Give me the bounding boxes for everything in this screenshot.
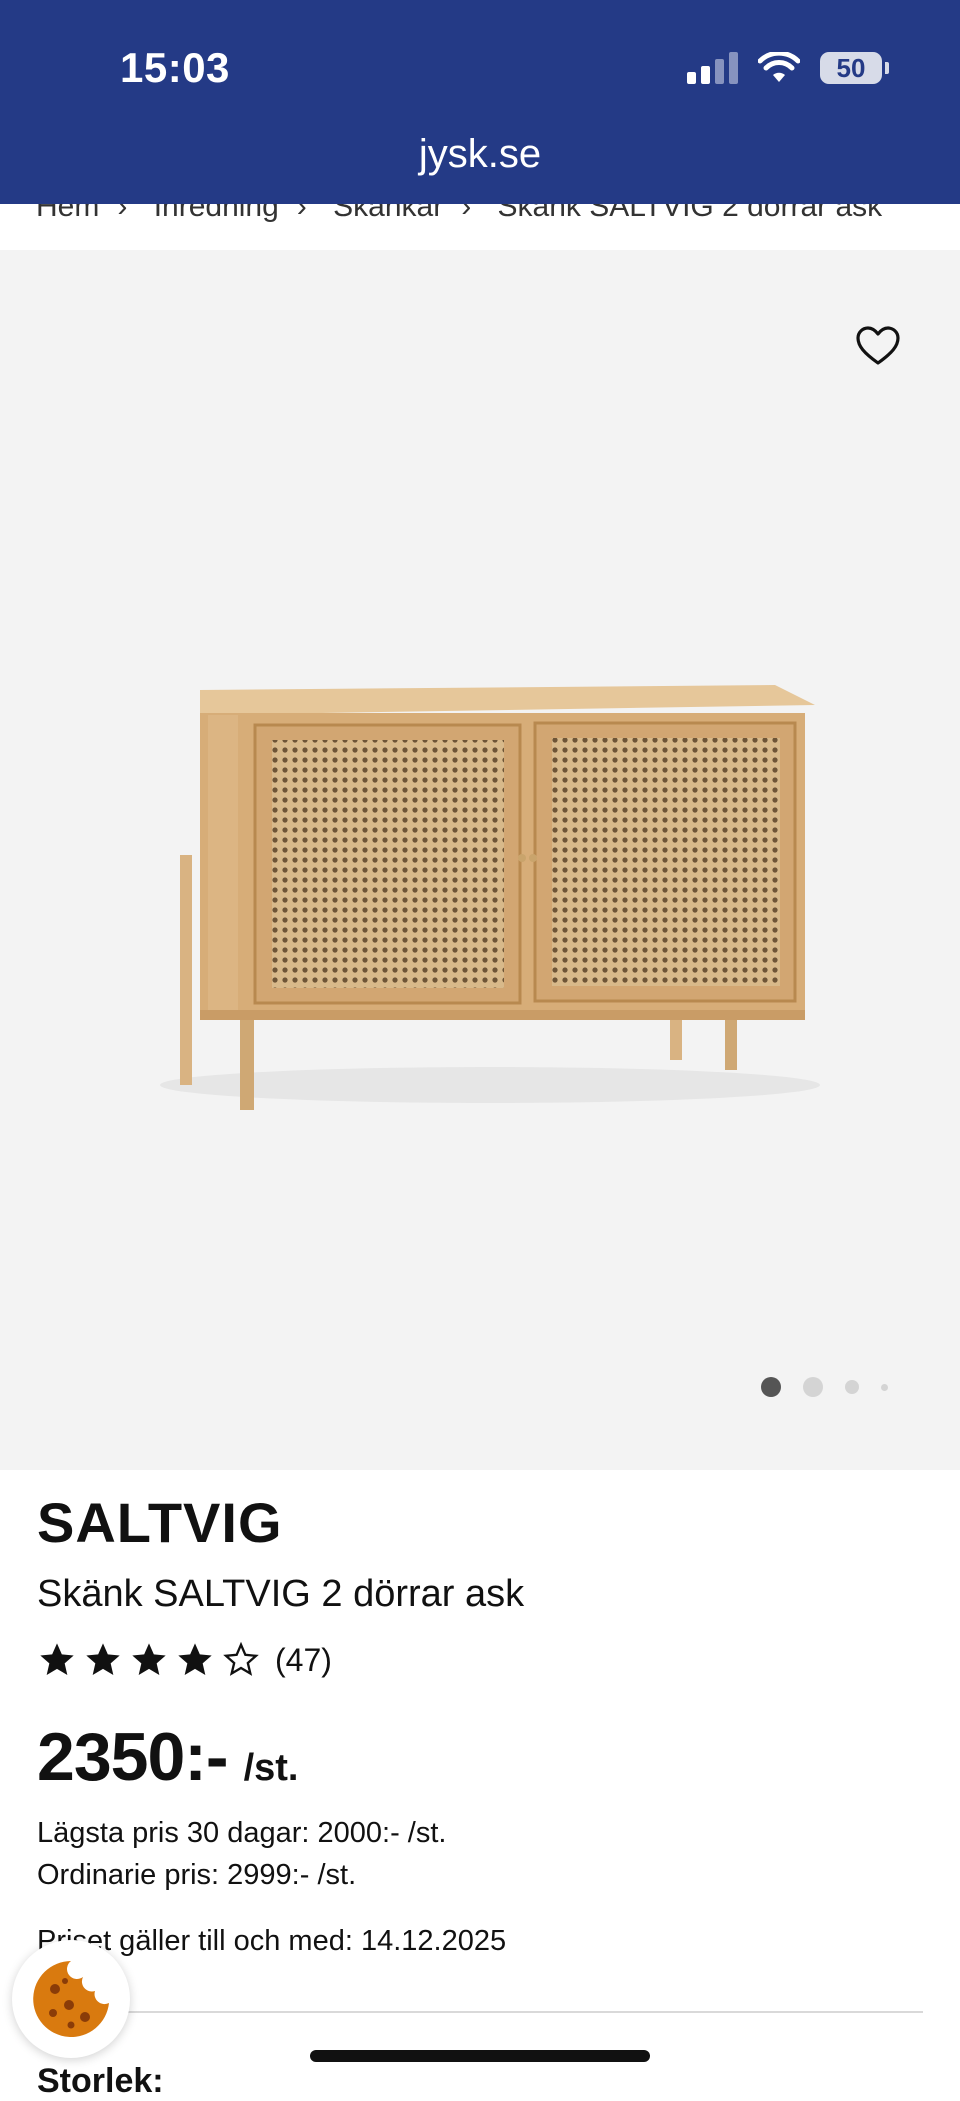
status-time: 15:03: [120, 44, 230, 91]
gallery-dot[interactable]: [881, 1383, 888, 1391]
wifi-icon: [758, 52, 800, 82]
divider: [37, 2011, 923, 2013]
heart-icon[interactable]: [854, 322, 902, 370]
url-bar[interactable]: jysk.se: [0, 132, 960, 177]
product-image[interactable]: [140, 555, 840, 1115]
breadcrumb-item[interactable]: Skänk SALTVIG 2 dörrar ask: [498, 204, 883, 223]
breadcrumb: Hem › Inredning › Skänkar › Skänk SALTVIG 2…: [0, 204, 960, 250]
signal-icon: [687, 52, 738, 84]
cookie-settings-button[interactable]: [12, 1940, 130, 2058]
star-filled-icon: [178, 1643, 212, 1675]
status-icons: 50: [687, 52, 889, 84]
price-unit: /st.: [243, 1747, 299, 1789]
product-gallery[interactable]: [0, 250, 960, 1470]
top-bar: 15:03 50 jysk.se: [0, 0, 960, 204]
gallery-pagination[interactable]: [761, 1377, 888, 1397]
breadcrumb-item[interactable]: Skänkar: [333, 204, 443, 223]
breadcrumb-item[interactable]: Hem: [36, 204, 99, 223]
star-filled-icon: [86, 1643, 120, 1675]
ordinary-price: Ordinarie pris: 2999:- /st.: [37, 1859, 357, 1891]
star-filled-icon: [132, 1643, 166, 1675]
price-block: 2350:- /st.: [37, 1718, 298, 1796]
gallery-dot-active[interactable]: [761, 1377, 781, 1397]
star-empty-icon: [223, 1641, 259, 1676]
price-amount: 2350:-: [37, 1719, 229, 1795]
lowest-price: Lägsta pris 30 dagar: 2000:- /st.: [37, 1817, 447, 1849]
star-filled-icon: [40, 1643, 74, 1675]
product-brand: SALTVIG: [37, 1491, 283, 1554]
cookie-icon: [33, 1961, 109, 2037]
home-indicator[interactable]: [310, 2050, 650, 2062]
breadcrumb-item[interactable]: Inredning: [154, 204, 279, 223]
battery-icon: 50: [820, 52, 889, 84]
product-rating[interactable]: (47): [37, 1640, 332, 1680]
review-count[interactable]: (47): [275, 1642, 332, 1679]
size-label: Storlek:: [37, 2062, 164, 2100]
product-name: Skänk SALTVIG 2 dörrar ask: [37, 1573, 525, 1615]
gallery-dot[interactable]: [803, 1377, 823, 1397]
gallery-dot[interactable]: [845, 1380, 859, 1394]
